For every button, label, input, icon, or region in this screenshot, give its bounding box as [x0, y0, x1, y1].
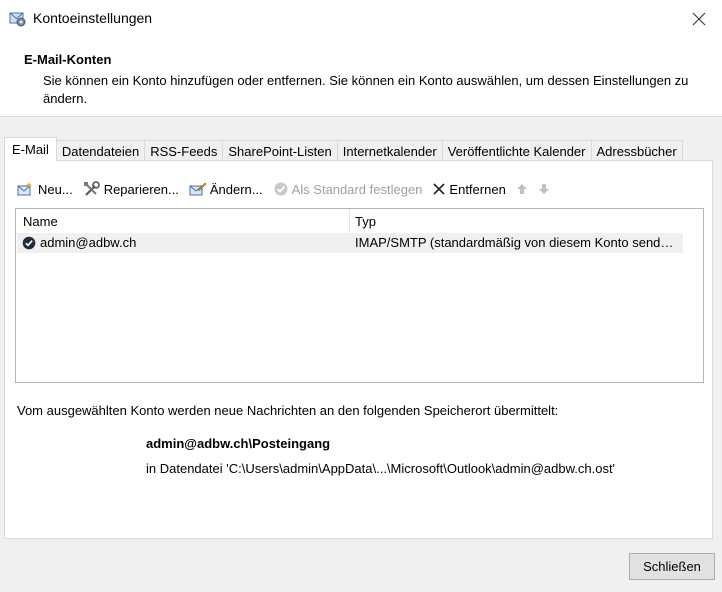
- list-scrollbar-area: [683, 209, 703, 382]
- change-account-icon: [189, 182, 207, 196]
- move-down-button[interactable]: [538, 183, 550, 195]
- check-circle-icon: [274, 182, 288, 196]
- column-header-type[interactable]: Typ: [355, 214, 376, 229]
- close-dialog-button[interactable]: Schließen: [629, 553, 715, 580]
- column-divider[interactable]: [349, 209, 350, 233]
- account-name: admin@adbw.ch: [40, 235, 137, 250]
- set-default-button[interactable]: Als Standard festlegen: [273, 181, 423, 197]
- arrow-up-icon: [516, 184, 527, 194]
- account-toolbar: Neu... Reparieren... Ändern... Als Stand…: [17, 179, 560, 199]
- tab-internet-calendars[interactable]: Internetkalender: [336, 140, 443, 161]
- tab-rss-feeds[interactable]: RSS-Feeds: [144, 140, 224, 161]
- delivery-folder: admin@adbw.ch\Posteingang: [146, 436, 331, 451]
- window-title: Kontoeinstellungen: [33, 10, 153, 26]
- move-up-button[interactable]: [516, 183, 528, 195]
- tab-data-files[interactable]: Datendateien: [55, 140, 146, 161]
- column-header-name[interactable]: Name: [23, 214, 58, 229]
- list-header: Name Typ: [16, 209, 683, 234]
- table-row[interactable]: admin@adbw.ch IMAP/SMTP (standardmäßig v…: [17, 233, 683, 253]
- remove-account-label: Entfernen: [449, 181, 506, 197]
- close-x-icon: [433, 183, 445, 195]
- dialog-header: E-Mail-Konten Sie können ein Konto hinzu…: [0, 38, 722, 117]
- account-type: IMAP/SMTP (standardmäßig von diesem Kont…: [355, 235, 674, 250]
- tab-email[interactable]: E-Mail: [4, 137, 57, 161]
- title-bar: Kontoeinstellungen: [0, 0, 722, 38]
- email-tab-panel: Neu... Reparieren... Ändern... Als Stand…: [4, 160, 713, 539]
- account-list[interactable]: Name Typ admin@adbw.ch IMAP/SMTP (standa…: [15, 208, 704, 383]
- delivery-data-file: in Datendatei 'C:\Users\admin\AppData\..…: [146, 461, 616, 476]
- tab-published-calendars[interactable]: Veröffentlichte Kalender: [441, 140, 592, 161]
- section-heading: E-Mail-Konten: [24, 52, 112, 67]
- mail-settings-icon: [8, 9, 26, 27]
- repair-tools-icon: [83, 181, 100, 196]
- new-account-button[interactable]: Neu...: [17, 181, 73, 197]
- change-account-label: Ändern...: [209, 181, 263, 197]
- tab-strip: E-Mail Datendateien RSS-Feeds SharePoint…: [4, 137, 683, 161]
- set-default-label: Als Standard festlegen: [291, 181, 423, 197]
- section-description: Sie können ein Konto hinzufügen oder ent…: [43, 73, 689, 106]
- change-account-button[interactable]: Ändern...: [189, 181, 263, 197]
- default-account-icon: [22, 236, 36, 253]
- remove-account-button[interactable]: Entfernen: [432, 181, 506, 197]
- tab-sharepoint-lists[interactable]: SharePoint-Listen: [222, 140, 338, 161]
- window-close-button[interactable]: [676, 0, 722, 38]
- delivery-info: Vom ausgewählten Konto werden neue Nachr…: [17, 403, 559, 418]
- new-account-icon: [17, 182, 33, 196]
- repair-account-button[interactable]: Reparieren...: [83, 181, 179, 197]
- close-icon: [692, 12, 706, 26]
- new-account-label: Neu...: [38, 181, 73, 197]
- repair-account-label: Reparieren...: [103, 181, 179, 197]
- arrow-down-icon: [538, 184, 549, 194]
- tab-address-books[interactable]: Adressbücher: [590, 140, 683, 161]
